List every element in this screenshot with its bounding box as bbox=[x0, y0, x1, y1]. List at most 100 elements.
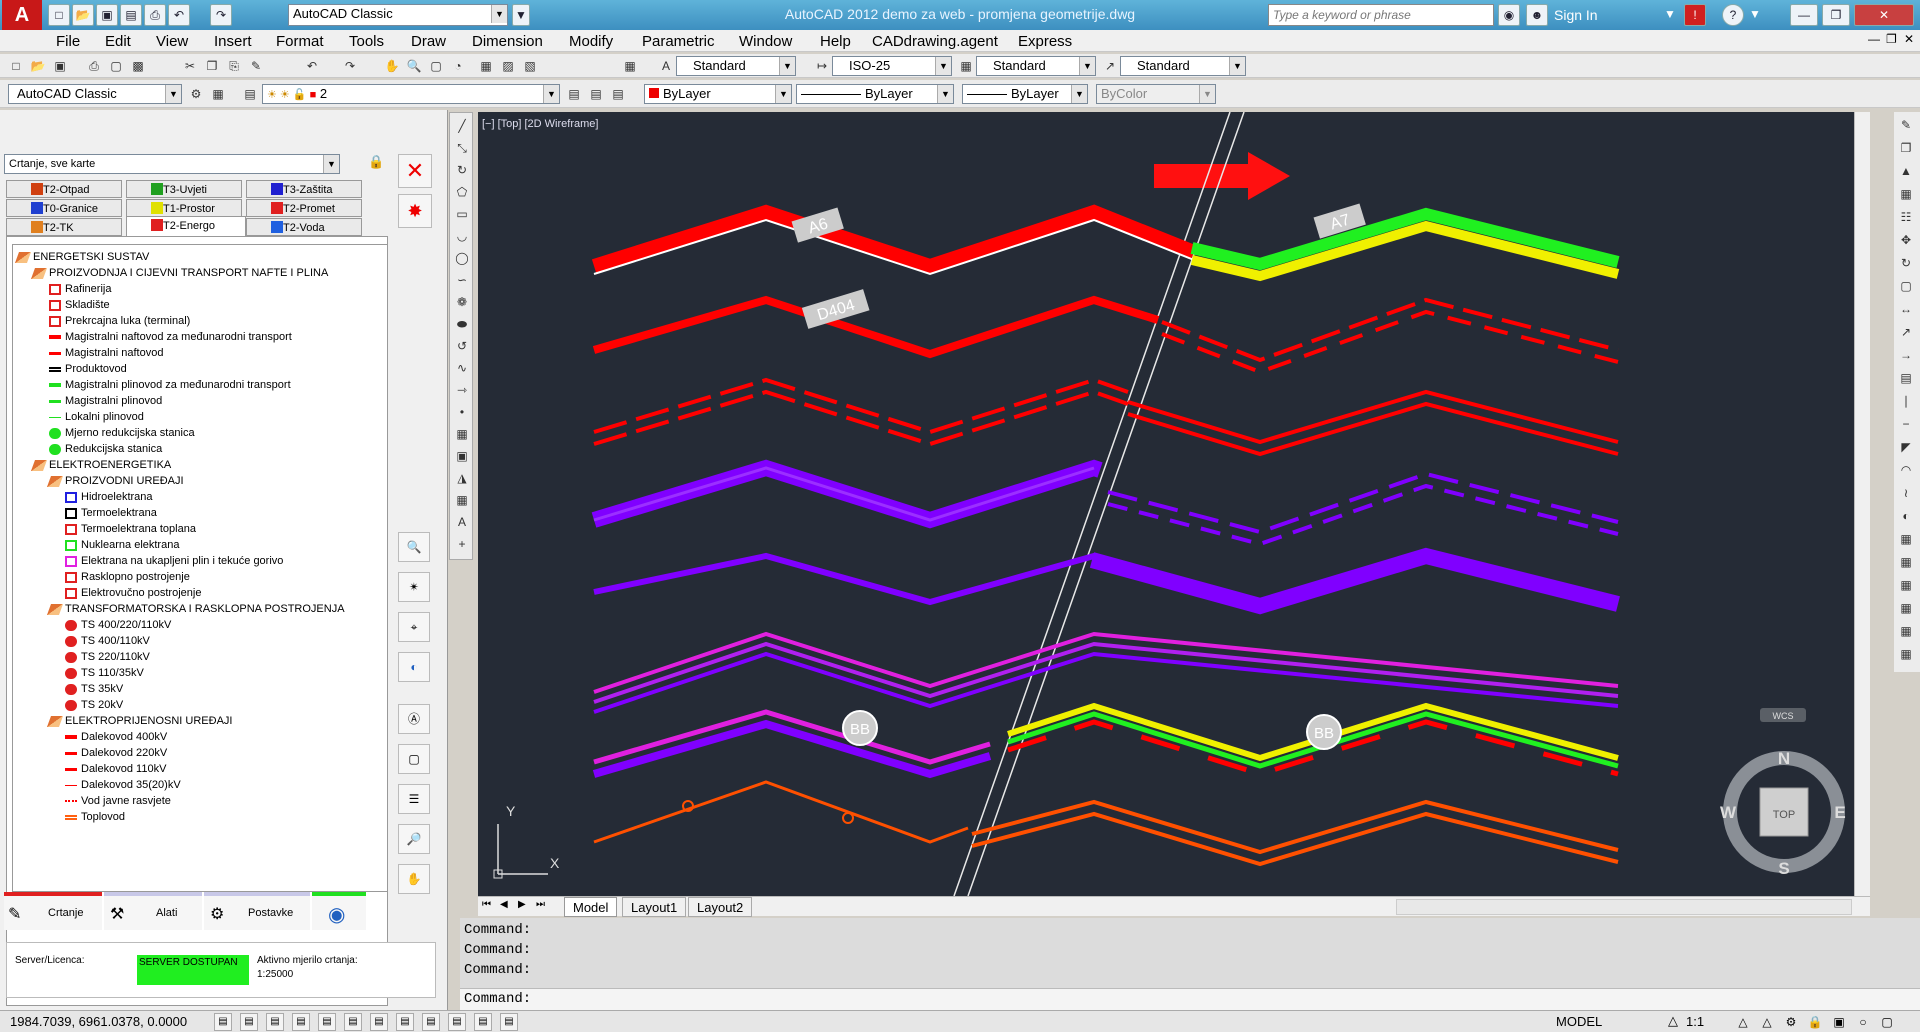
tree-item[interactable]: Mjerno redukcijska stanica bbox=[49, 425, 195, 441]
lock-icon[interactable]: 🔒 bbox=[368, 154, 384, 170]
annotation-scale-icon[interactable]: △ bbox=[1668, 1013, 1678, 1029]
layer-state-icon[interactable]: ▤ bbox=[608, 84, 628, 104]
tpy-toggle-icon[interactable]: ▤ bbox=[448, 1013, 466, 1031]
join-icon[interactable]: − bbox=[1897, 415, 1915, 433]
next-tab-icon[interactable]: ▶ bbox=[518, 899, 526, 910]
dim-style-select[interactable]: ISO-25 ▼ bbox=[832, 56, 952, 76]
copy-icon[interactable]: ❐ bbox=[202, 56, 222, 76]
save-file-icon[interactable]: ▣ bbox=[50, 56, 70, 76]
menu-view[interactable]: View bbox=[156, 33, 188, 50]
doc-close-icon[interactable]: ✕ bbox=[1904, 32, 1914, 46]
arc-icon[interactable]: ◡ bbox=[453, 227, 471, 245]
mleader-style-icon[interactable]: ↗ bbox=[1100, 56, 1120, 76]
first-tab-icon[interactable]: ⏮ bbox=[482, 899, 491, 910]
annotation-visibility-icon[interactable]: △ bbox=[1734, 1013, 1752, 1031]
nodes-button[interactable]: ⌖ bbox=[398, 612, 430, 642]
sign-in-link[interactable]: Sign In bbox=[1554, 7, 1598, 23]
circle-icon[interactable]: ◯ bbox=[453, 249, 471, 267]
layers-button[interactable]: ☰ bbox=[398, 784, 430, 814]
xline-icon[interactable]: ⤡ bbox=[453, 139, 471, 157]
tree-item[interactable]: TS 220/110kV bbox=[65, 649, 150, 665]
tree-item[interactable]: TS 35kV bbox=[65, 681, 123, 697]
tab-layout1[interactable]: Layout1 bbox=[622, 897, 687, 917]
lwt-toggle-icon[interactable]: ▤ bbox=[422, 1013, 440, 1031]
send-under-icon[interactable]: ▦ bbox=[1897, 622, 1915, 640]
menu-parametric[interactable]: Parametric bbox=[642, 33, 715, 50]
menu-insert[interactable]: Insert bbox=[214, 33, 252, 50]
hatch-icon[interactable]: ▦ bbox=[453, 425, 471, 443]
menu-express[interactable]: Express bbox=[1018, 33, 1072, 50]
table-style-select[interactable]: Standard ▼ bbox=[976, 56, 1096, 76]
revcloud-icon[interactable]: ∽ bbox=[453, 271, 471, 289]
calc-icon[interactable]: ▦ bbox=[620, 56, 640, 76]
command-input[interactable]: Command: bbox=[460, 988, 1920, 1010]
tree-item[interactable]: Rafinerija bbox=[49, 281, 111, 297]
tab-t2-energo[interactable]: T2-Energo bbox=[126, 216, 246, 238]
tab-t2-tk[interactable]: T2-TK bbox=[6, 218, 122, 236]
undo-tb-icon[interactable]: ↶ bbox=[302, 56, 322, 76]
lineweight-select[interactable]: ByLayer ▼ bbox=[962, 84, 1088, 104]
tree-item[interactable]: TRANSFORMATORSKA I RASKLOPNA POSTROJENJA bbox=[46, 601, 345, 617]
region-icon[interactable]: ◮ bbox=[453, 469, 471, 487]
tree-item[interactable]: Prekrcajna luka (terminal) bbox=[49, 313, 190, 329]
open-file-icon[interactable]: 📂 bbox=[28, 56, 48, 76]
toolpalette-icon[interactable]: ▧ bbox=[520, 56, 540, 76]
otrack-toggle-icon[interactable]: ▤ bbox=[344, 1013, 362, 1031]
osnap-toggle-icon[interactable]: ▤ bbox=[318, 1013, 336, 1031]
menu-edit[interactable]: Edit bbox=[105, 33, 131, 50]
explode-icon[interactable]: ◐ bbox=[1897, 507, 1915, 525]
tree-item[interactable]: Magistralni naftovod za međunarodni tran… bbox=[49, 329, 292, 345]
menu-caddrawing[interactable]: CADdrawing.agent bbox=[872, 33, 998, 50]
fillet-icon[interactable]: ◠ bbox=[1897, 461, 1915, 479]
menu-window[interactable]: Window bbox=[739, 33, 792, 50]
pan-button[interactable]: ✋ bbox=[398, 864, 430, 894]
tree-item[interactable]: Dalekovod 35(20)kV bbox=[65, 777, 181, 793]
tree-item[interactable]: ENERGETSKI SUSTAV bbox=[14, 249, 149, 265]
properties-icon[interactable]: ▦ bbox=[476, 56, 496, 76]
array-icon[interactable]: ☷ bbox=[1897, 208, 1915, 226]
polar-toggle-icon[interactable]: ▤ bbox=[292, 1013, 310, 1031]
break-icon[interactable]: ∣ bbox=[1897, 392, 1915, 410]
cut-icon[interactable]: ✂ bbox=[180, 56, 200, 76]
tree-item[interactable]: TS 400/110kV bbox=[65, 633, 150, 649]
find-button[interactable]: 🔎 bbox=[398, 824, 430, 854]
tree-item[interactable]: Termoelektrana toplana bbox=[65, 521, 196, 537]
tree-item[interactable]: Dalekovod 220kV bbox=[65, 745, 167, 761]
delete-button[interactable]: ✕ bbox=[398, 154, 432, 188]
workspace-switch-icon[interactable]: ⚙ bbox=[1782, 1013, 1800, 1031]
snap-toggle-icon[interactable]: ▤ bbox=[214, 1013, 232, 1031]
app-menu-button[interactable]: A bbox=[2, 0, 42, 30]
tree-item[interactable]: ELEKTROPRIJENOSNI UREĐAJI bbox=[46, 713, 232, 729]
tree-item[interactable]: Skladište bbox=[49, 297, 110, 313]
polygon-icon[interactable]: ⬠ bbox=[453, 183, 471, 201]
insert-block-icon[interactable]: ∿ bbox=[453, 359, 471, 377]
help-icon[interactable]: ? bbox=[1722, 4, 1744, 26]
search-input[interactable]: Type a keyword or phrase bbox=[1268, 4, 1494, 26]
point-icon[interactable]: • bbox=[453, 403, 471, 421]
ws-save-icon[interactable]: ▦ bbox=[208, 84, 228, 104]
tab-t3-zastita[interactable]: T3-Zaštita bbox=[246, 180, 362, 198]
tree-item[interactable]: Dalekovod 400kV bbox=[65, 729, 167, 745]
zoom-realtime-icon[interactable]: 🔍 bbox=[404, 56, 424, 76]
qp-toggle-icon[interactable]: ▤ bbox=[474, 1013, 492, 1031]
tree-item[interactable]: PROIZVODNJA I CIJEVNI TRANSPORT NAFTE I … bbox=[30, 265, 328, 281]
tree-item[interactable]: Rasklopno postrojenje bbox=[65, 569, 190, 585]
designcenter-icon[interactable]: ▨ bbox=[498, 56, 518, 76]
user-icon[interactable]: ☻ bbox=[1526, 4, 1548, 26]
globe-tool-button[interactable]: ◐ bbox=[398, 652, 430, 682]
ellipse-icon[interactable]: ⬬ bbox=[453, 315, 471, 333]
doc-restore-icon[interactable]: ❐ bbox=[1886, 32, 1897, 46]
layer-select[interactable]: ☀ ☀ 🔓 ■ 2 ▼ bbox=[262, 84, 560, 104]
mleader-style-select[interactable]: Standard ▼ bbox=[1120, 56, 1246, 76]
menu-file[interactable]: File bbox=[56, 33, 80, 50]
tab-t2-voda[interactable]: T2-Voda bbox=[246, 218, 362, 236]
dim-style-icon[interactable]: ↦ bbox=[812, 56, 832, 76]
tab-alati[interactable]: ⚒ Alati bbox=[104, 892, 202, 930]
scale-icon[interactable]: ▢ bbox=[1897, 277, 1915, 295]
tree-item[interactable]: Termoelektrana bbox=[65, 505, 157, 521]
zoom-prev-icon[interactable]: ◔ bbox=[448, 56, 468, 76]
saveas-icon[interactable]: ▤ bbox=[120, 4, 142, 26]
tree-item[interactable]: Toplovod bbox=[65, 809, 125, 825]
undo-icon[interactable]: ↶ bbox=[168, 4, 190, 26]
matchprop-icon[interactable]: ✎ bbox=[246, 56, 266, 76]
